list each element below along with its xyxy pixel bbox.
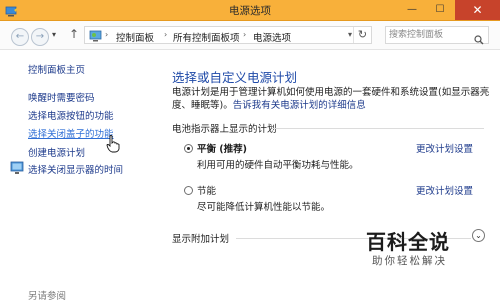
breadcrumb-control-panel[interactable]: 控制面板 [116,30,154,44]
watermark-title: 百科全说 [366,230,450,254]
plan-power-saver-radio[interactable] [184,186,193,195]
plan-balanced-description: 利用可用的硬件自动平衡功耗与性能。 [197,160,359,171]
sidebar-item-power-button[interactable]: 选择电源按钮的功能 [28,108,114,122]
group-divider [272,128,484,129]
see-also-heading: 另请参阅 [28,291,67,302]
plan-balanced-name[interactable]: 平衡 (推荐) [197,141,247,155]
breadcrumb-power-options[interactable]: 电源选项 [253,30,291,44]
up-button[interactable]: ↑ [69,27,79,41]
recent-locations-dropdown[interactable]: ▾ [52,30,56,39]
sidebar-item-display-off[interactable]: 选择关闭显示器的时间 [28,162,123,176]
search-input[interactable] [389,28,469,42]
sidebar-item-control-panel-home[interactable]: 控制面板主页 [28,62,85,76]
breadcrumb-separator: › [105,30,109,39]
plan-power-saver-change-settings-link[interactable]: 更改计划设置 [416,183,473,197]
address-bar[interactable]: › 控制面板 › 所有控制面板项 › 电源选项 ▾ ↻ [84,26,372,44]
control-panel-icon [89,28,103,47]
plan-balanced-change-settings-link[interactable]: 更改计划设置 [416,141,473,155]
page-description: 电源计划是用于管理计算机如何使用电源的一套硬件和系统设置(如显示器亮 度、睡眠等… [172,86,492,112]
search-box[interactable] [385,26,489,45]
back-button[interactable]: ← [11,28,29,46]
description-text: 度、睡眠等)。 [172,100,233,111]
close-button[interactable]: ✕ [455,0,500,20]
maximize-button[interactable]: ☐ [426,0,454,20]
breadcrumb-all-items[interactable]: 所有控制面板项 [173,30,240,44]
watermark-subtitle: 助你轻松解决 [372,255,447,267]
display-settings-icon [10,160,24,179]
description-line: 电源计划是用于管理计算机如何使用电源的一套硬件和系统设置(如显示器亮 [172,87,490,98]
battery-meter-plans-label: 电池指示器上显示的计划 [172,124,277,135]
plan-power-saver-name[interactable]: 节能 [197,183,216,197]
refresh-button[interactable]: ↻ [353,27,371,43]
page-title: 选择或自定义电源计划 [172,70,298,85]
minimize-button[interactable]: — [398,0,426,20]
title-bar: 电源选项 — ☐ ✕ [0,0,500,21]
breadcrumb-separator: › [243,30,247,39]
sidebar-item-lid-close[interactable]: 选择关闭盖子的功能 [28,126,114,140]
breadcrumb-separator: › [164,30,168,39]
forward-button[interactable]: → [31,28,49,46]
navigation-bar: ← → ▾ ↑ › 控制面板 › 所有控制面板项 › 电源选项 ▾ ↻ [0,21,500,50]
hand-cursor-icon [106,135,120,157]
plan-balanced-radio[interactable] [184,144,193,153]
expand-chevron-icon[interactable]: ⌄ [472,229,485,242]
sidebar-item-require-password[interactable]: 唤醒时需要密码 [28,90,95,104]
sidebar-item-create-plan[interactable]: 创建电源计划 [28,145,85,159]
search-icon[interactable] [474,30,484,49]
power-plan-info-link[interactable]: 告诉我有关电源计划的详细信息 [233,100,366,111]
address-dropdown[interactable]: ▾ [348,30,352,39]
plan-power-saver-description: 尽可能降低计算机性能以节能。 [197,202,331,213]
show-additional-plans-label[interactable]: 显示附加计划 [172,231,229,245]
